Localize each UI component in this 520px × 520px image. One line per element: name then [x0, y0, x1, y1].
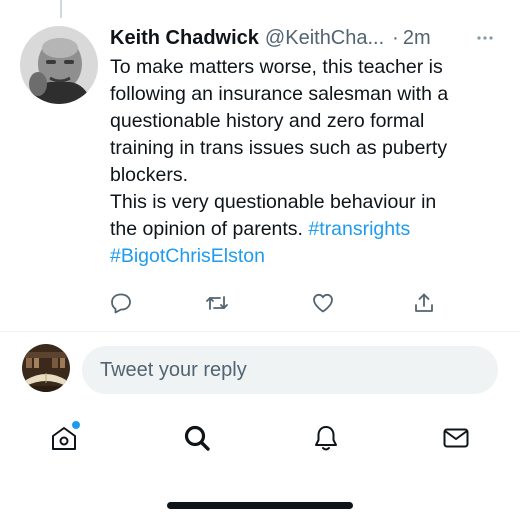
- tweet-text: To make matters worse, this teacher is f…: [110, 54, 510, 270]
- header-separator: ·: [392, 26, 399, 49]
- author-name[interactable]: Keith Chadwick: [110, 27, 259, 50]
- tweet-text-line-hashtag: #BigotChrisElston: [110, 243, 510, 270]
- more-horizontal-icon[interactable]: [475, 28, 495, 48]
- section-divider: [0, 331, 520, 332]
- tweet-actions: [0, 289, 520, 319]
- heart-icon: [313, 293, 333, 313]
- author-avatar[interactable]: [20, 26, 98, 104]
- search-icon: [184, 425, 210, 451]
- author-handle[interactable]: @KeithCha...: [265, 27, 384, 50]
- bottom-navigation: [0, 420, 520, 460]
- retweet-button[interactable]: [203, 289, 231, 317]
- tweet-text-line: questionable history and zero formal: [110, 110, 425, 132]
- tweet-text-line-with-hashtag: the opinion of parents. #transrights: [110, 216, 510, 243]
- hashtag-link[interactable]: #transrights: [308, 218, 410, 240]
- home-indicator-bar[interactable]: [167, 502, 353, 509]
- nav-messages[interactable]: [438, 420, 474, 456]
- share-icon: [415, 293, 433, 312]
- like-button[interactable]: [309, 289, 337, 317]
- tweet-text-line: training in trans issues such as puberty: [110, 137, 448, 159]
- reply-icon: [111, 293, 131, 314]
- reply-input[interactable]: Tweet your reply: [82, 346, 498, 394]
- share-button[interactable]: [410, 289, 438, 317]
- nav-home[interactable]: [46, 420, 82, 456]
- tweet-timestamp[interactable]: 2m: [403, 27, 431, 50]
- tweet-text-line: blockers.: [110, 164, 189, 186]
- reply-user-avatar[interactable]: [22, 344, 70, 392]
- tweet-text-line: following an insurance salesman with a: [110, 83, 449, 105]
- reply-button[interactable]: [107, 289, 135, 317]
- nav-search[interactable]: [179, 420, 215, 456]
- notification-dot: [72, 421, 80, 429]
- hashtag-link[interactable]: #BigotChrisElston: [110, 245, 265, 267]
- user-photo: [22, 344, 70, 392]
- tweet-text-line: This is very questionable behaviour in: [110, 191, 437, 213]
- tweet-text-fragment: the opinion of parents.: [110, 218, 303, 240]
- bell-icon: [315, 426, 337, 451]
- mail-icon: [443, 428, 469, 448]
- nav-notifications[interactable]: [308, 420, 344, 456]
- tweet-header: Keith Chadwick @KeithCha... · 2m: [110, 26, 505, 50]
- tweet-text-line: To make matters worse, this teacher is: [110, 56, 443, 78]
- reply-placeholder: Tweet your reply: [100, 358, 247, 381]
- thread-connector-line: [60, 0, 62, 18]
- author-photo: [20, 26, 98, 104]
- retweet-icon: [206, 296, 228, 310]
